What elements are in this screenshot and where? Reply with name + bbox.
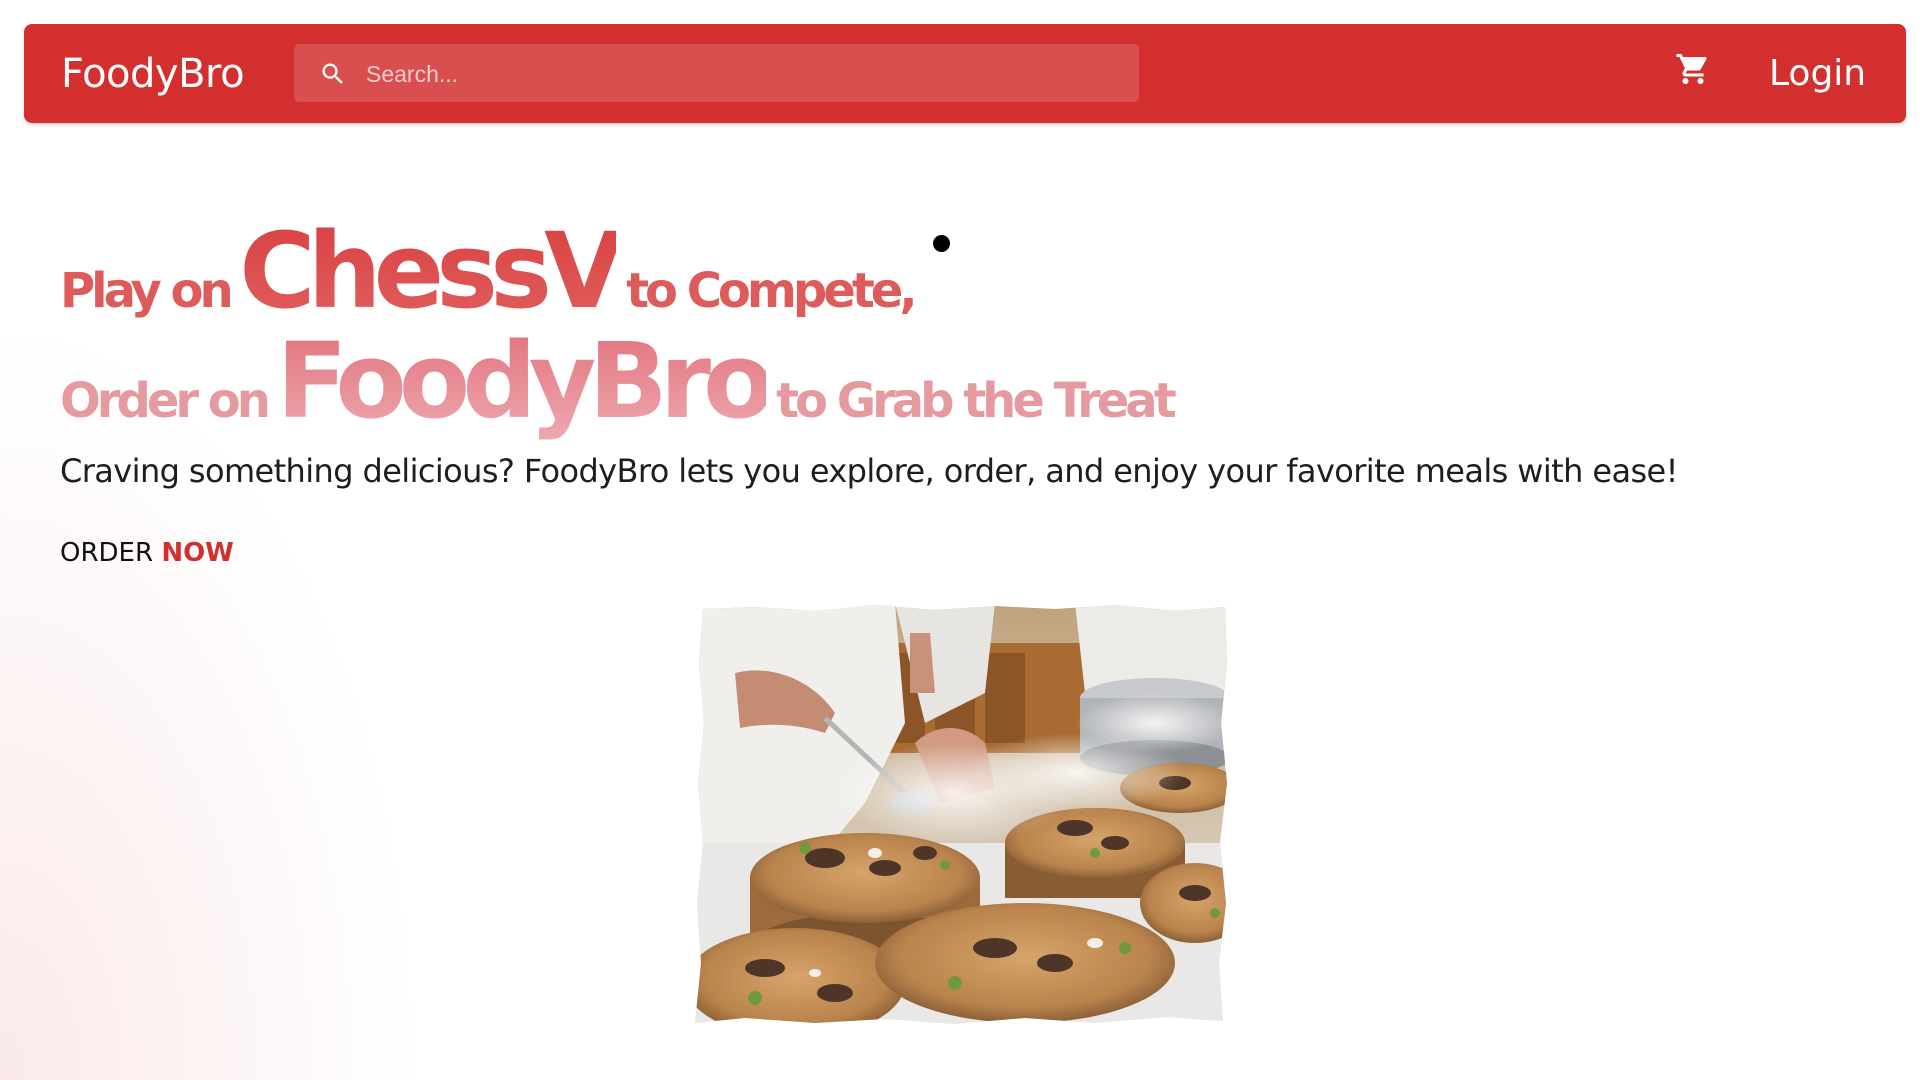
order-now-button[interactable]: ORDER NOW (60, 538, 234, 568)
search-input[interactable] (364, 44, 1128, 104)
top-navbar: FoodyBro Login (24, 24, 1906, 123)
search-bar[interactable] (294, 44, 1139, 104)
brand-logo[interactable]: FoodyBro (61, 48, 245, 100)
cursor-dot (933, 235, 950, 252)
login-button[interactable]: Login (1769, 48, 1866, 100)
cta-order-label: ORDER (60, 538, 154, 568)
chef-plating-food-image (695, 605, 1227, 1024)
headline-suffix: to Grab the Treat (776, 373, 1177, 429)
headline-highlight-chessv: ChessV (239, 210, 624, 332)
headline-highlight-foodybro: FoodyBro (276, 320, 775, 442)
hero-subtitle: Craving something delicious? FoodyBro le… (60, 452, 1678, 490)
cta-now-label: NOW (161, 538, 234, 568)
hero-headline-line-1: Play on ChessV to Compete, (60, 210, 918, 332)
headline-prefix: Order on (60, 373, 271, 429)
shopping-cart-icon[interactable] (1675, 51, 1711, 87)
hero-headline-line-2: Order on FoodyBro to Grab the Treat (60, 320, 1177, 442)
headline-suffix: to Compete, (626, 263, 917, 319)
search-icon (322, 63, 343, 84)
headline-prefix: Play on (60, 263, 234, 319)
page: FoodyBro Login Play on ChessV to Compete… (0, 0, 1920, 1080)
